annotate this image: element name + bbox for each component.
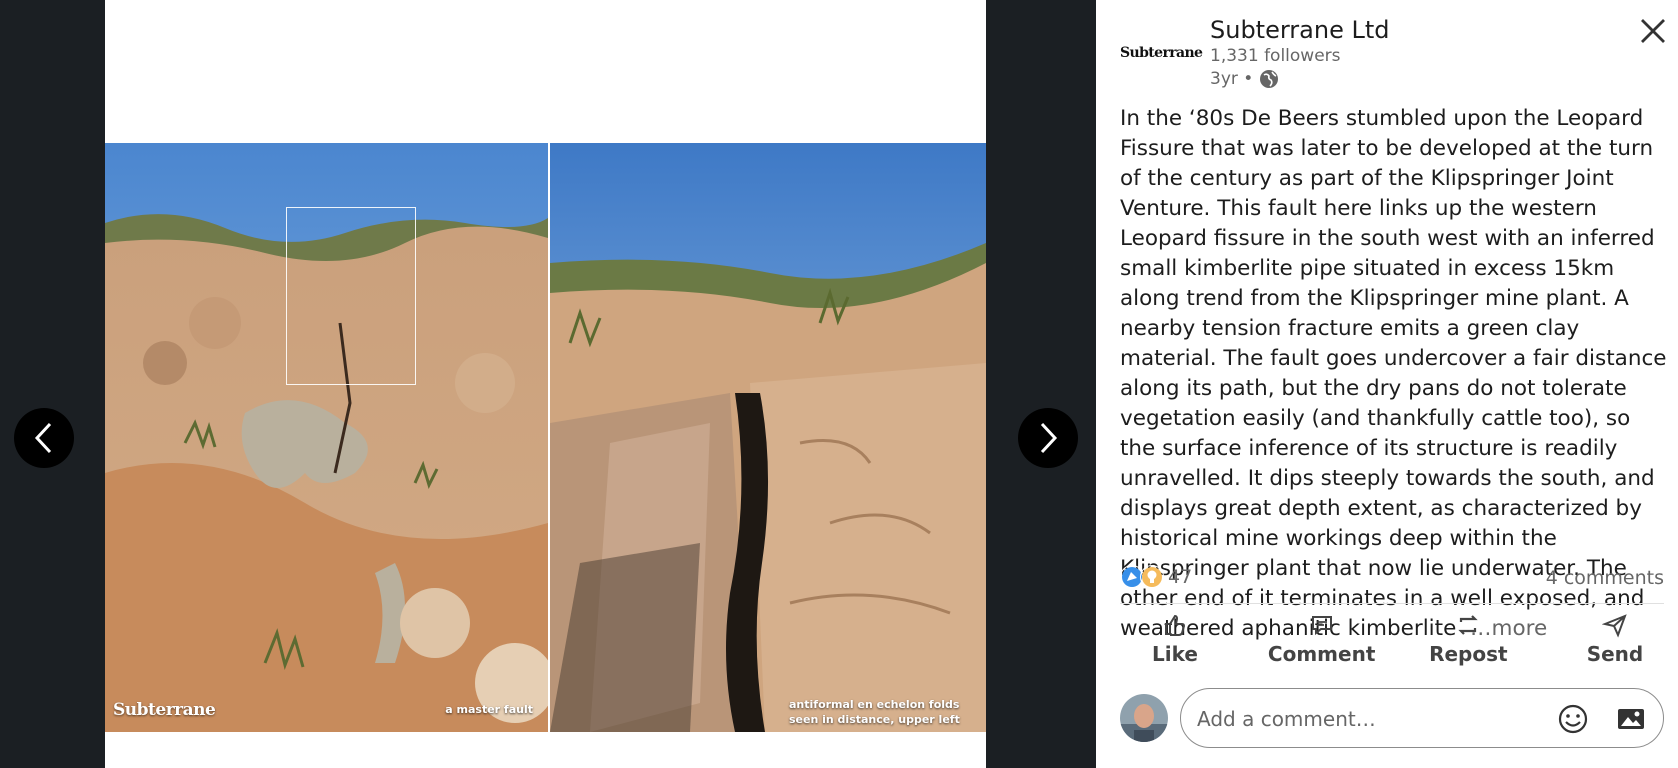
thumbs-up-icon <box>1165 614 1186 636</box>
chevron-right-icon <box>1040 422 1058 454</box>
send-button[interactable]: Send <box>1560 612 1670 666</box>
emoji-icon[interactable] <box>1557 703 1589 735</box>
company-logo[interactable]: Subterrane <box>1120 40 1203 66</box>
next-image-button[interactable] <box>1018 408 1078 468</box>
insightful-reaction-icon <box>1140 565 1164 589</box>
globe-icon <box>1260 70 1279 88</box>
comments-count-link[interactable]: 4 comments <box>1546 567 1664 589</box>
comment-icon <box>1311 616 1332 636</box>
send-icon <box>1601 614 1627 638</box>
comment-box <box>1180 688 1664 749</box>
caption-master-fault: a master fault <box>445 703 533 716</box>
subterrane-logo-overlay: Subterrane <box>113 700 216 720</box>
carousel-slide: Subterrane a master fault antiformal en … <box>105 0 986 768</box>
comment-input[interactable] <box>1195 689 1519 749</box>
post-actions: Like Comment Repost Send <box>1120 612 1670 666</box>
divider <box>1120 603 1664 604</box>
reactions-summary[interactable]: 47 <box>1120 565 1192 589</box>
post-text: In the ‘80s De Beers stumbled upon the L… <box>1120 106 1667 641</box>
highlight-box <box>286 207 416 385</box>
post-detail-panel: Subterrane Subterrane Ltd 1,331 follower… <box>1096 0 1678 768</box>
repost-button[interactable]: Repost <box>1413 612 1523 666</box>
post-body: In the ‘80s De Beers stumbled upon the L… <box>1120 104 1670 644</box>
comment-button[interactable]: Comment <box>1267 612 1377 666</box>
chevron-left-icon <box>34 422 52 454</box>
send-label: Send <box>1586 642 1644 666</box>
image-icon[interactable] <box>1615 703 1647 735</box>
company-name-link[interactable]: Subterrane Ltd <box>1210 16 1390 44</box>
previous-image-button[interactable] <box>14 408 74 468</box>
post-age: 3yr • <box>1210 69 1254 89</box>
post-meta: 3yr • <box>1210 69 1279 89</box>
follower-count: 1,331 followers <box>1210 46 1341 66</box>
repost-label: Repost <box>1429 642 1508 666</box>
image-viewer: Subterrane a master fault antiformal en … <box>0 0 1096 768</box>
avatar[interactable] <box>1120 694 1168 742</box>
comment-label: Comment <box>1267 642 1376 666</box>
caption-en-echelon-folds: antiformal en echelon folds seen in dist… <box>789 698 960 726</box>
like-label: Like <box>1152 642 1198 666</box>
like-button[interactable]: Like <box>1120 612 1230 666</box>
reaction-count: 47 <box>1168 566 1193 588</box>
repost-icon <box>1458 615 1478 635</box>
photo-en-echelon-folds <box>550 143 986 732</box>
close-icon[interactable] <box>1636 14 1670 48</box>
